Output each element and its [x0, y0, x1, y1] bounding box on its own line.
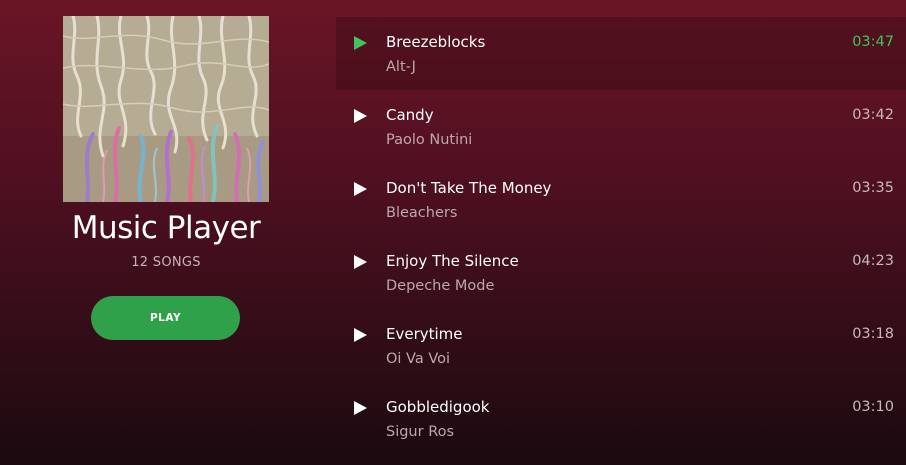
track-title: Gobbledigook	[386, 398, 490, 416]
play-icon[interactable]	[352, 108, 368, 124]
track-row[interactable]: Don't Take The Money Bleachers 03:35	[336, 163, 906, 236]
track-title: Enjoy The Silence	[386, 252, 519, 270]
track-duration: 03:35	[852, 180, 894, 196]
play-icon[interactable]	[352, 35, 368, 51]
song-count: 12 SONGS	[131, 255, 201, 270]
track-artist: Bleachers	[386, 205, 458, 221]
track-duration: 03:10	[852, 399, 894, 415]
play-all-button[interactable]: PLAY	[91, 296, 240, 340]
track-title: Candy	[386, 106, 434, 124]
track-artist: Paolo Nutini	[386, 132, 473, 148]
play-icon[interactable]	[352, 254, 368, 270]
track-title: Breezeblocks	[386, 33, 486, 51]
track-duration: 03:18	[852, 326, 894, 342]
track-artist: Oi Va Voi	[386, 351, 451, 367]
page-title: Music Player	[71, 210, 261, 246]
track-duration: 03:47	[852, 34, 894, 50]
play-icon[interactable]	[352, 400, 368, 416]
track-row[interactable]: Enjoy The Silence Depeche Mode 04:23	[336, 236, 906, 309]
play-icon[interactable]	[352, 327, 368, 343]
play-icon[interactable]	[352, 181, 368, 197]
track-row[interactable]: Everytime Oi Va Voi 03:18	[336, 309, 906, 382]
track-title: Don't Take The Money	[386, 179, 552, 197]
track-duration: 03:42	[852, 107, 894, 123]
track-row[interactable]: Gobbledigook Sigur Ros 03:10	[336, 382, 906, 455]
album-cover-image	[63, 16, 269, 202]
track-artist: Depeche Mode	[386, 278, 495, 294]
track-artist: Alt-J	[386, 59, 416, 75]
track-artist: Sigur Ros	[386, 424, 455, 440]
track-list: Breezeblocks Alt-J 03:47 Candy Paolo Nut…	[336, 17, 906, 455]
track-title: Everytime	[386, 325, 463, 343]
track-row[interactable]: Breezeblocks Alt-J 03:47	[336, 17, 906, 90]
track-duration: 04:23	[852, 253, 894, 269]
player-sidebar: Music Player 12 SONGS PLAY	[0, 0, 332, 465]
track-row[interactable]: Candy Paolo Nutini 03:42	[336, 90, 906, 163]
